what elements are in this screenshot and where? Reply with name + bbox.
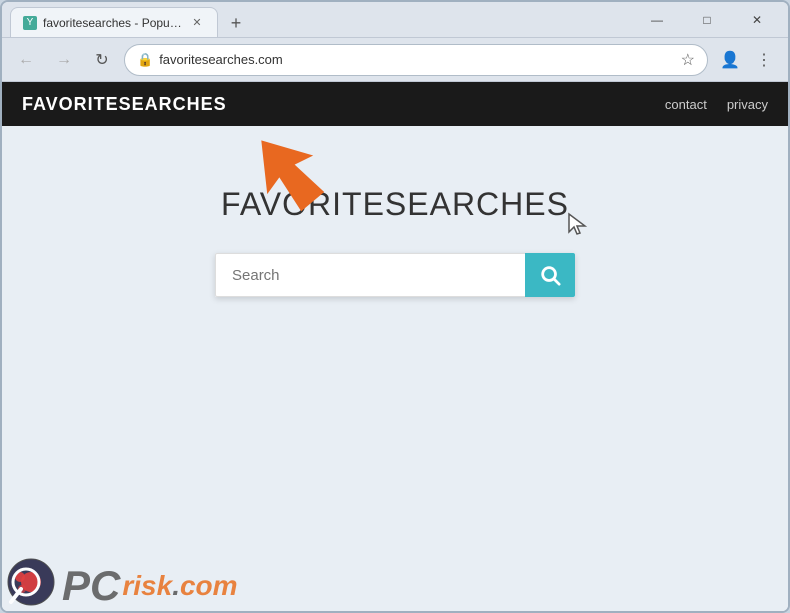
refresh-button[interactable]: ↻	[86, 44, 118, 76]
secure-icon: 🔒	[137, 52, 153, 68]
title-bar: Y favoritesearches - Popular Sear... ✕ +…	[2, 2, 788, 38]
browser-window: Y favoritesearches - Popular Sear... ✕ +…	[0, 0, 790, 613]
window-controls: — □ ✕	[634, 2, 780, 38]
minimize-button[interactable]: —	[634, 2, 680, 38]
watermark-pc-text: PC	[62, 565, 120, 607]
nav-bar: ← → ↻ 🔒 ☆ 👤 ⋮	[2, 38, 788, 82]
back-button[interactable]: ←	[10, 44, 42, 76]
site-main: FAVORITESEARCHES	[2, 126, 788, 611]
active-tab[interactable]: Y favoritesearches - Popular Sear... ✕	[10, 7, 218, 37]
tab-favicon: Y	[23, 16, 37, 30]
pcrisk-icon	[6, 557, 56, 607]
watermark-logo: PC risk.com	[62, 565, 238, 607]
page-content: FAVORITESEARCHES contact privacy FAVORIT…	[2, 82, 788, 611]
close-window-button[interactable]: ✕	[734, 2, 780, 38]
contact-link[interactable]: contact	[665, 97, 707, 112]
nav-right-icons: 👤 ⋮	[714, 44, 780, 76]
site-header: FAVORITESEARCHES contact privacy	[2, 82, 788, 126]
bookmark-star-icon[interactable]: ☆	[681, 50, 695, 70]
menu-button[interactable]: ⋮	[748, 44, 780, 76]
forward-button[interactable]: →	[48, 44, 80, 76]
address-input[interactable]	[159, 52, 680, 67]
tab-bar: Y favoritesearches - Popular Sear... ✕ +	[10, 2, 634, 37]
privacy-link[interactable]: privacy	[727, 97, 768, 112]
watermark: PC risk.com	[2, 553, 242, 611]
site-title: FAVORITESEARCHES	[221, 186, 569, 223]
search-button[interactable]	[525, 253, 575, 297]
address-bar-container[interactable]: 🔒 ☆	[124, 44, 708, 76]
search-input[interactable]	[215, 253, 525, 297]
watermark-risk-text: risk.com	[122, 572, 237, 600]
search-container	[215, 253, 575, 297]
profile-button[interactable]: 👤	[714, 44, 746, 76]
maximize-button[interactable]: □	[684, 2, 730, 38]
search-icon	[539, 264, 561, 286]
site-nav: contact privacy	[665, 97, 768, 112]
site-logo: FAVORITESEARCHES	[22, 94, 227, 115]
tab-title: favoritesearches - Popular Sear...	[43, 16, 183, 30]
new-tab-button[interactable]: +	[222, 9, 250, 37]
tab-close-button[interactable]: ✕	[189, 15, 205, 31]
